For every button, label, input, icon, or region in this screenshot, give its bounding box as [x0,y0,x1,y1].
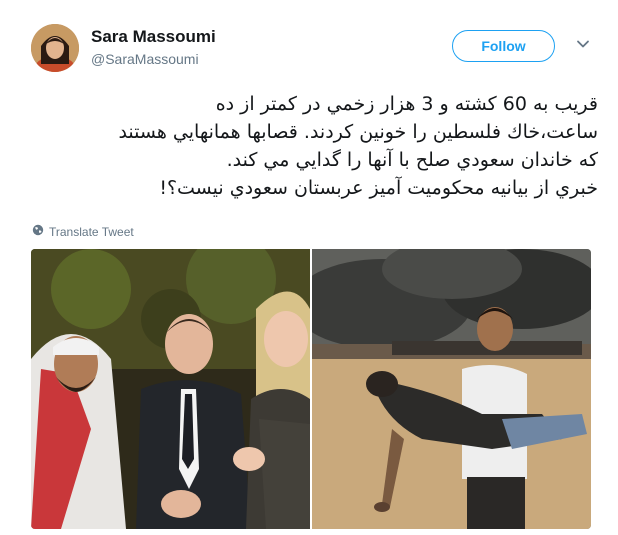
translate-tweet-link[interactable]: Translate Tweet [32,224,134,239]
chevron-down-icon[interactable] [575,36,591,52]
author-name[interactable]: Sara Massoumi [91,27,216,47]
tweet-card: Sara Massoumi @SaraMassoumi Follow قريب … [0,0,618,535]
tweet-text-line: قريب به 60 كشته و 3 هزار زخمي در كمتر از… [215,93,598,115]
photo-left[interactable] [31,249,310,529]
avatar[interactable] [31,24,79,72]
globe-icon [32,224,44,239]
tweet-text-line: خبري از بيانيه محكوميت آميز عربستان سعود… [159,177,598,199]
translate-label: Translate Tweet [49,224,134,239]
tweet-text-line: كه خاندان سعودي صلح با آنها را گدايي مي … [226,149,598,171]
follow-button[interactable]: Follow [452,30,555,62]
photo-right[interactable] [312,249,591,529]
tweet-text-line: ساعت،خاك فلسطين را خونين كردند. قصابها ه… [118,121,598,143]
tweet-media[interactable] [31,249,591,529]
tweet-text: قريب به 60 كشته و 3 هزار زخمي در كمتر از… [30,90,598,202]
author-handle[interactable]: @SaraMassoumi [91,51,199,67]
